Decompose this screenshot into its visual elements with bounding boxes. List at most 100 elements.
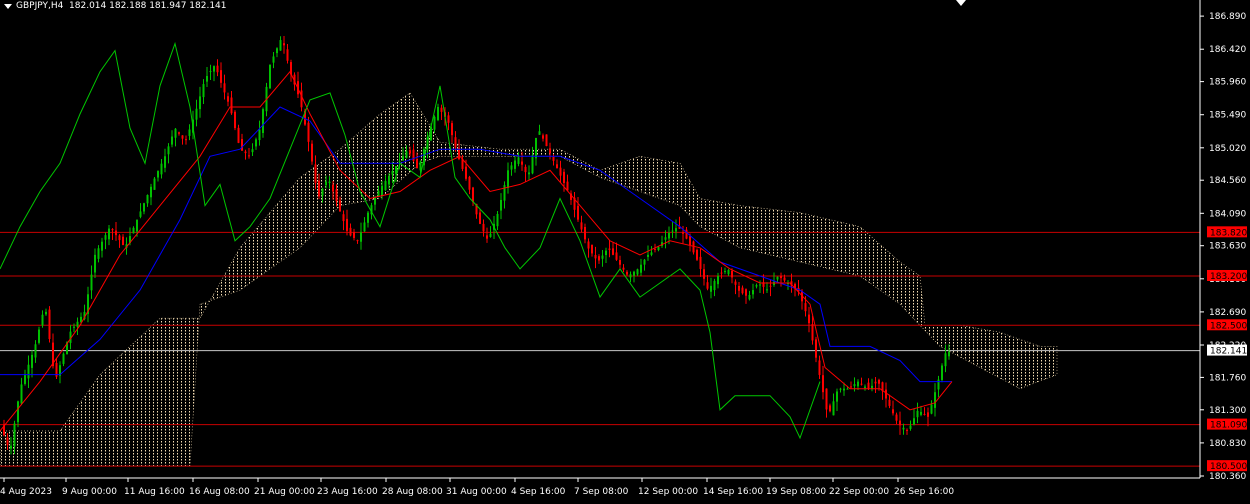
candle-body (276, 48, 278, 54)
x-tick-label-12: 19 Sep 08:00 (766, 487, 826, 497)
candle-body (227, 96, 229, 102)
y-tick-label-5: 184.560 (1209, 176, 1246, 186)
x-tick-label-4: 21 Aug 00:00 (254, 487, 315, 497)
chart-shift-icon[interactable] (956, 0, 966, 6)
candle-body (517, 157, 520, 164)
candle-body (612, 248, 614, 255)
candle-body (237, 127, 240, 143)
candle-body (38, 329, 40, 343)
candle-body (167, 146, 170, 155)
candle-body (339, 200, 341, 212)
candle-body (626, 271, 628, 275)
y-tick-label-6: 184.090 (1209, 209, 1246, 219)
candle-body (885, 389, 887, 399)
x-tick-label-2: 11 Aug 16:00 (124, 487, 185, 497)
candle-body (174, 128, 177, 138)
candle-body (104, 235, 107, 240)
candle-body (549, 148, 551, 154)
candle-body (629, 274, 632, 278)
candle-body (132, 227, 135, 234)
candle-body (262, 109, 264, 134)
candle-body (325, 181, 327, 186)
y-tick-label-1: 186.420 (1209, 45, 1246, 55)
candle-body (913, 418, 915, 425)
candle-body (657, 247, 660, 251)
candlestick-chart[interactable]: 186.890 186.420 185.960 185.490 185.020 184.5… (0, 0, 1250, 500)
candle-body (783, 277, 786, 281)
candle-body (468, 176, 471, 190)
candle-body (360, 232, 362, 242)
candle-body (118, 235, 121, 241)
candle-body (409, 150, 411, 154)
level-price-label-3: 181.090 (1210, 421, 1247, 431)
candle-body (199, 96, 201, 110)
candle-body (577, 205, 579, 220)
candle-body (405, 151, 408, 158)
y-tick-label-4: 185.020 (1209, 144, 1246, 154)
candle-body (472, 187, 474, 203)
candle-body (321, 189, 324, 196)
candle-body (619, 260, 621, 265)
candle-body (640, 264, 642, 273)
candle-body (507, 170, 509, 188)
y-tick-label-11: 181.760 (1209, 373, 1246, 383)
candle-body (213, 66, 215, 72)
candle-body (937, 379, 940, 390)
x-tick-label-5: 23 Aug 16:00 (317, 487, 378, 497)
x-tick-label-1: 9 Aug 00:00 (62, 487, 117, 497)
candle-body (822, 375, 824, 393)
candle-body (682, 232, 684, 234)
candle-body (500, 199, 502, 211)
candle-body (73, 326, 75, 328)
candle-body (489, 233, 492, 237)
candle-body (843, 388, 845, 391)
candle-body (6, 437, 9, 446)
candle-body (122, 236, 124, 245)
candle-body (566, 181, 569, 191)
candle-body (34, 344, 37, 358)
candle-body (307, 122, 310, 142)
candle-body (734, 281, 737, 285)
candle-body (160, 163, 163, 175)
candle-body (255, 139, 257, 147)
y-tick-label-13: 180.830 (1209, 439, 1246, 449)
candle-body (31, 354, 33, 368)
candle-body (899, 420, 901, 426)
candle-body (895, 414, 898, 421)
candle-body (157, 171, 159, 178)
x-tick-label-11: 14 Sep 16:00 (703, 487, 763, 497)
x-tick-label-3: 16 Aug 08:00 (189, 487, 250, 497)
candle-body (759, 284, 761, 286)
candle-body (871, 385, 873, 389)
candle-body (447, 115, 450, 123)
candle-body (437, 106, 439, 121)
candle-body (580, 222, 583, 230)
candle-body (216, 65, 219, 73)
candle-body (923, 413, 926, 415)
level-price-label-2: 182.500 (1210, 321, 1247, 331)
candle-body (248, 155, 250, 157)
candle-body (531, 155, 534, 174)
candle-body (314, 164, 317, 184)
y-tick-label-2: 185.960 (1209, 78, 1246, 88)
candle-body (150, 186, 152, 198)
chart-area[interactable]: 186.890 186.420 185.960 185.490 185.020 184.5… (0, 0, 1250, 500)
x-tick-label-7: 31 Aug 00:00 (446, 487, 507, 497)
candle-body (286, 49, 289, 61)
candle-body (398, 161, 401, 163)
dropdown-arrow-icon[interactable] (4, 3, 12, 9)
candle-body (780, 276, 782, 279)
candle-body (97, 248, 100, 259)
candle-body (496, 214, 499, 227)
candle-body (223, 83, 226, 93)
candle-body (510, 165, 513, 170)
candle-body (731, 270, 733, 278)
candle-body (839, 388, 842, 390)
candle-body (202, 84, 205, 98)
candle-body (846, 388, 849, 390)
candle-body (832, 401, 835, 416)
candle-body (647, 254, 649, 257)
candle-body (115, 230, 117, 236)
candle-body (916, 410, 919, 418)
candle-body (20, 384, 23, 404)
